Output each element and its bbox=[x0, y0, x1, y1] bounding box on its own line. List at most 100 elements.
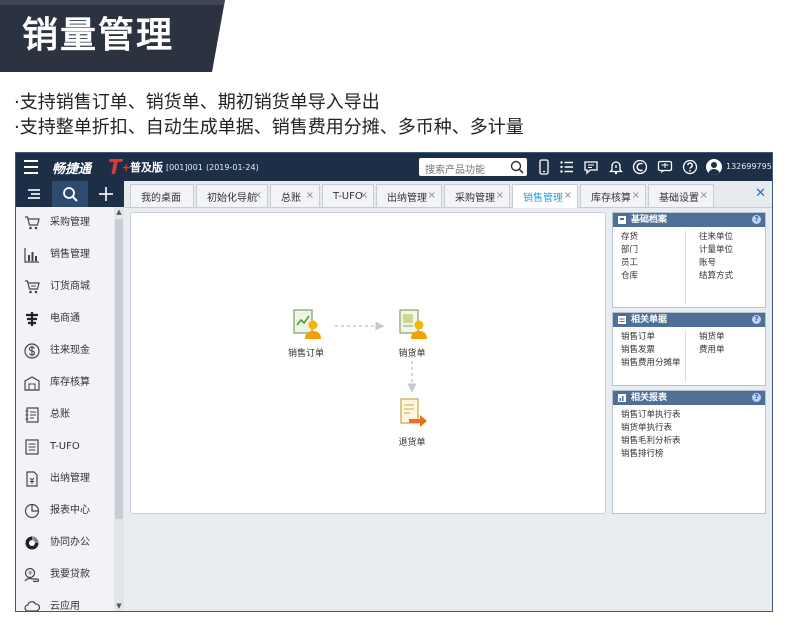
link-warehouse[interactable]: 仓库 bbox=[621, 270, 638, 283]
sidebar-item-cash[interactable]: 往来现金 bbox=[16, 335, 114, 367]
link-sales-invoice[interactable]: 销售发票 bbox=[621, 344, 681, 357]
close-icon[interactable]: × bbox=[700, 190, 708, 201]
add-button[interactable] bbox=[88, 181, 124, 207]
sidebar-item-label: 往来现金 bbox=[50, 345, 90, 356]
sidebar-item-collab[interactable]: 协同办公 bbox=[16, 527, 114, 559]
flow-node-return[interactable]: 退货单 bbox=[384, 397, 440, 448]
sidebar-scrollbar[interactable]: ▲ ▼ bbox=[114, 207, 124, 611]
close-icon[interactable]: × bbox=[428, 190, 436, 201]
help-icon[interactable]: ? bbox=[752, 315, 761, 324]
sidebar-item-loan[interactable]: ¥ 我要贷款 bbox=[16, 559, 114, 591]
link-delivery-execution-report[interactable]: 销货单执行表 bbox=[621, 422, 681, 435]
sidebar-item-label: T-UFO bbox=[50, 441, 80, 452]
chat-icon[interactable] bbox=[657, 159, 673, 175]
flow-node-delivery[interactable]: 销货单 bbox=[384, 308, 440, 359]
user-avatar-icon[interactable] bbox=[706, 159, 722, 175]
sales-order-icon bbox=[293, 309, 321, 339]
link-account[interactable]: 账号 bbox=[699, 257, 733, 270]
cashier-icon bbox=[26, 471, 38, 487]
close-all-tabs-icon[interactable]: ✕ bbox=[755, 186, 766, 201]
flow-node-label: 退货单 bbox=[398, 438, 426, 448]
link-sales-order[interactable]: 销售订单 bbox=[621, 331, 681, 344]
tab-sales[interactable]: 销售管理 × bbox=[512, 184, 578, 208]
sidebar-item-label: 我要贷款 bbox=[50, 569, 90, 580]
panel-related-reports: 相关报表 ? 销售订单执行表 销货单执行表 销售毛利分析表 销售排行榜 bbox=[612, 390, 766, 514]
link-expense-allocation[interactable]: 销售费用分摊单 bbox=[621, 357, 681, 370]
panel-col-left: 存货 部门 员工 仓库 bbox=[621, 231, 638, 283]
tab-label: 基础设置 bbox=[659, 192, 699, 204]
sidebar-item-t-ufo[interactable]: T-UFO bbox=[16, 431, 114, 463]
bell-icon[interactable] bbox=[608, 159, 624, 175]
sidebar-toolbar bbox=[16, 181, 124, 207]
sidebar-item-sales[interactable]: 销售管理 bbox=[16, 239, 114, 271]
close-icon[interactable]: × bbox=[496, 190, 504, 201]
link-delivery-note[interactable]: 销货单 bbox=[699, 331, 725, 344]
sidebar-item-ledger[interactable]: 总账 bbox=[16, 399, 114, 431]
link-department[interactable]: 部门 bbox=[621, 244, 638, 257]
sidebar-item-cloud[interactable]: 云应用 bbox=[16, 591, 114, 611]
service-icon[interactable] bbox=[632, 159, 648, 175]
search-input[interactable] bbox=[425, 162, 509, 179]
search-icon bbox=[63, 187, 78, 202]
message-icon[interactable] bbox=[583, 159, 599, 175]
link-inventory[interactable]: 存货 bbox=[621, 231, 638, 244]
tab-purchase[interactable]: 采购管理 × bbox=[444, 184, 510, 207]
sidebar-item-report-center[interactable]: 报表中心 bbox=[16, 495, 114, 527]
link-gross-profit-report[interactable]: 销售毛利分析表 bbox=[621, 435, 681, 448]
collapse-menu-icon bbox=[28, 189, 40, 199]
panel-header: 相关单据 ? bbox=[613, 313, 765, 327]
scroll-thumb[interactable] bbox=[115, 219, 123, 519]
link-employee[interactable]: 员工 bbox=[621, 257, 638, 270]
list-icon[interactable] bbox=[559, 159, 575, 175]
delivery-note-icon bbox=[399, 309, 427, 339]
close-icon[interactable]: × bbox=[564, 190, 572, 201]
scroll-down-arrow-icon[interactable]: ▼ bbox=[114, 601, 124, 611]
menu-icon[interactable] bbox=[24, 153, 38, 181]
tab-init-guide[interactable]: 初始化导航 × bbox=[196, 184, 268, 207]
tab-general-ledger[interactable]: 总账 × bbox=[270, 184, 320, 207]
tab-basic-settings[interactable]: 基础设置 × bbox=[648, 184, 714, 207]
sidebar-item-cashier[interactable]: 出纳管理 bbox=[16, 463, 114, 495]
bar-chart-icon bbox=[24, 248, 39, 263]
close-icon[interactable]: × bbox=[632, 190, 640, 201]
sidebar-search-button[interactable] bbox=[52, 181, 88, 207]
close-icon[interactable]: × bbox=[306, 190, 314, 201]
tab-inventory[interactable]: 库存核算 × bbox=[580, 184, 646, 207]
sidebar-item-inventory[interactable]: 库存核算 bbox=[16, 367, 114, 399]
top-bar: 畅捷通 T + 普及版 [001]001 (2019-01-24) 搜索产品功能… bbox=[16, 153, 772, 181]
collapse-menu-button[interactable] bbox=[16, 181, 52, 207]
link-settlement[interactable]: 结算方式 bbox=[699, 270, 733, 283]
panel-header: 相关报表 ? bbox=[613, 391, 765, 405]
flow-node-sales-order[interactable]: 销售订单 bbox=[278, 308, 334, 359]
panel-col-left: 销售订单执行表 销货单执行表 销售毛利分析表 销售排行榜 bbox=[621, 409, 681, 461]
scroll-up-arrow-icon[interactable]: ▲ bbox=[114, 207, 124, 217]
panel-divider bbox=[685, 330, 686, 382]
flow-node-label: 销售订单 bbox=[287, 349, 324, 359]
tab-t-ufo[interactable]: T-UFO × bbox=[322, 184, 374, 207]
link-expense-note[interactable]: 费用单 bbox=[699, 344, 725, 357]
collab-icon bbox=[25, 536, 39, 550]
sidebar-item-ecommerce[interactable]: 电商通 bbox=[16, 303, 114, 335]
tab-label: 我的桌面 bbox=[141, 192, 181, 204]
shop-cart-icon bbox=[25, 280, 40, 294]
link-unit[interactable]: 计量单位 bbox=[699, 244, 733, 257]
close-icon[interactable]: × bbox=[254, 190, 262, 201]
link-partner[interactable]: 往来单位 bbox=[699, 231, 733, 244]
help-icon[interactable] bbox=[682, 159, 698, 175]
tab-cashier[interactable]: 出纳管理 × bbox=[376, 184, 442, 207]
help-icon[interactable]: ? bbox=[752, 393, 761, 402]
tab-label: T-UFO bbox=[333, 190, 363, 202]
return-note-icon bbox=[400, 398, 427, 427]
link-sales-ranking[interactable]: 销售排行榜 bbox=[621, 448, 681, 461]
link-order-execution-report[interactable]: 销售订单执行表 bbox=[621, 409, 681, 422]
sidebar-item-order-mall[interactable]: 订货商城 bbox=[16, 271, 114, 303]
user-phone: 13269979558 bbox=[726, 162, 772, 171]
search-icon[interactable] bbox=[510, 160, 524, 174]
tab-my-desktop[interactable]: 我的桌面 bbox=[130, 184, 194, 207]
app-window: 畅捷通 T + 普及版 [001]001 (2019-01-24) 搜索产品功能… bbox=[15, 152, 773, 612]
mobile-icon[interactable] bbox=[536, 159, 552, 175]
close-icon[interactable]: × bbox=[360, 190, 368, 201]
main-content: 销售订单 销货单 退货单 基础档案 ? 存货 部门 员工 仓库 往来单位 计量单… bbox=[124, 208, 772, 611]
help-icon[interactable]: ? bbox=[752, 215, 761, 224]
sidebar-item-purchase[interactable]: 采购管理 bbox=[16, 207, 114, 239]
